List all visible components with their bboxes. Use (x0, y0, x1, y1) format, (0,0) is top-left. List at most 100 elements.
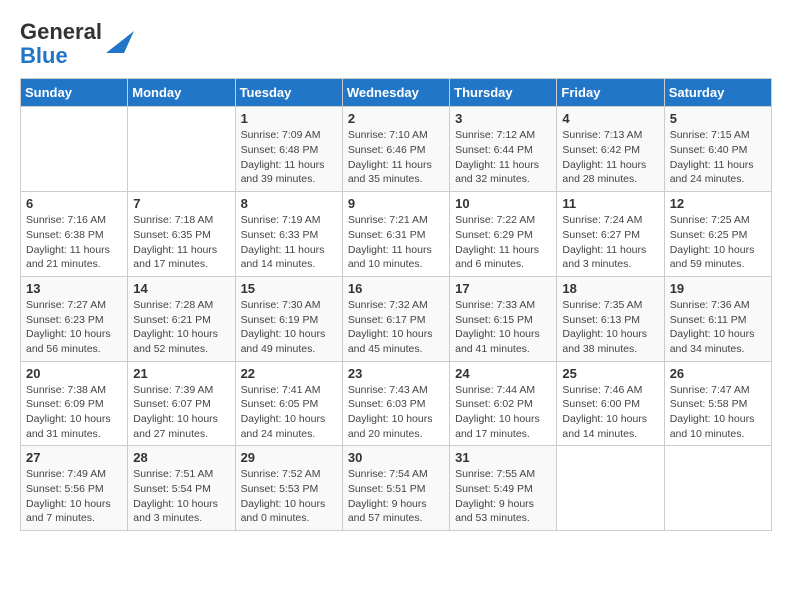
day-info: Sunrise: 7:47 AM Sunset: 5:58 PM Dayligh… (670, 383, 766, 442)
week-row-3: 20Sunrise: 7:38 AM Sunset: 6:09 PM Dayli… (21, 361, 772, 446)
day-info: Sunrise: 7:43 AM Sunset: 6:03 PM Dayligh… (348, 383, 444, 442)
day-info: Sunrise: 7:24 AM Sunset: 6:27 PM Dayligh… (562, 213, 658, 272)
day-info: Sunrise: 7:39 AM Sunset: 6:07 PM Dayligh… (133, 383, 229, 442)
calendar-cell: 16Sunrise: 7:32 AM Sunset: 6:17 PM Dayli… (342, 276, 449, 361)
day-number: 14 (133, 281, 229, 296)
day-number: 8 (241, 196, 337, 211)
week-row-4: 27 Sunrise: 7:49 AM Sunset: 5:56 PM Dayli… (21, 446, 772, 531)
day-info: Sunrise: 7:22 AM Sunset: 6:29 PM Dayligh… (455, 213, 551, 272)
calendar-cell: 9Sunrise: 7:21 AM Sunset: 6:31 PM Daylig… (342, 192, 449, 277)
day-info: Sunrise: 7:51 AM Sunset: 5:54 PM Dayligh… (133, 467, 229, 526)
calendar-cell: 13 Sunrise: 7:27 AM Sunset: 6:23 PM Dayli… (21, 276, 128, 361)
calendar-cell: 21 Sunrise: 7:39 AM Sunset: 6:07 PM Dayli… (128, 361, 235, 446)
day-info: Sunrise: 7:30 AM Sunset: 6:19 PM Dayligh… (241, 298, 337, 357)
day-number: 24 (455, 366, 551, 381)
day-number: 22 (241, 366, 337, 381)
day-number: 27 (26, 450, 122, 465)
header-tuesday: Tuesday (235, 79, 342, 107)
calendar-cell: 24 Sunrise: 7:44 AM Sunset: 6:02 PM Dayli… (450, 361, 557, 446)
page-header: General Blue (20, 20, 772, 68)
logo-arrow-icon (106, 21, 134, 53)
day-info: Sunrise: 7:54 AM Sunset: 5:51 PM Dayligh… (348, 467, 444, 526)
calendar-cell: 1 Sunrise: 7:09 AM Sunset: 6:48 PM Daylig… (235, 107, 342, 192)
calendar-cell: 20Sunrise: 7:38 AM Sunset: 6:09 PM Dayli… (21, 361, 128, 446)
day-number: 5 (670, 111, 766, 126)
calendar-body: 1 Sunrise: 7:09 AM Sunset: 6:48 PM Daylig… (21, 107, 772, 531)
calendar-table: SundayMondayTuesdayWednesdayThursdayFrid… (20, 78, 772, 531)
day-info: Sunrise: 7:35 AM Sunset: 6:13 PM Dayligh… (562, 298, 658, 357)
day-info: Sunrise: 7:44 AM Sunset: 6:02 PM Dayligh… (455, 383, 551, 442)
calendar-cell: 2Sunrise: 7:10 AM Sunset: 6:46 PM Daylig… (342, 107, 449, 192)
day-info: Sunrise: 7:09 AM Sunset: 6:48 PM Dayligh… (241, 128, 337, 187)
day-info: Sunrise: 7:19 AM Sunset: 6:33 PM Dayligh… (241, 213, 337, 272)
day-number: 12 (670, 196, 766, 211)
calendar-cell: 23Sunrise: 7:43 AM Sunset: 6:03 PM Dayli… (342, 361, 449, 446)
calendar-cell: 26 Sunrise: 7:47 AM Sunset: 5:58 PM Dayli… (664, 361, 771, 446)
day-number: 7 (133, 196, 229, 211)
day-number: 3 (455, 111, 551, 126)
day-number: 18 (562, 281, 658, 296)
day-number: 9 (348, 196, 444, 211)
calendar-cell: 12 Sunrise: 7:25 AM Sunset: 6:25 PM Dayli… (664, 192, 771, 277)
day-info: Sunrise: 7:36 AM Sunset: 6:11 PM Dayligh… (670, 298, 766, 357)
calendar-cell: 5Sunrise: 7:15 AM Sunset: 6:40 PM Daylig… (664, 107, 771, 192)
calendar-cell: 3Sunrise: 7:12 AM Sunset: 6:44 PM Daylig… (450, 107, 557, 192)
calendar-header: SundayMondayTuesdayWednesdayThursdayFrid… (21, 79, 772, 107)
logo-general: General (20, 19, 102, 44)
day-number: 20 (26, 366, 122, 381)
day-info: Sunrise: 7:13 AM Sunset: 6:42 PM Dayligh… (562, 128, 658, 187)
calendar-cell (664, 446, 771, 531)
calendar-cell: 7 Sunrise: 7:18 AM Sunset: 6:35 PM Daylig… (128, 192, 235, 277)
header-sunday: Sunday (21, 79, 128, 107)
day-number: 6 (26, 196, 122, 211)
day-number: 29 (241, 450, 337, 465)
calendar-cell: 6 Sunrise: 7:16 AM Sunset: 6:38 PM Daylig… (21, 192, 128, 277)
calendar-cell: 14 Sunrise: 7:28 AM Sunset: 6:21 PM Dayli… (128, 276, 235, 361)
day-number: 19 (670, 281, 766, 296)
calendar-cell: 22 Sunrise: 7:41 AM Sunset: 6:05 PM Dayli… (235, 361, 342, 446)
calendar-cell: 8 Sunrise: 7:19 AM Sunset: 6:33 PM Daylig… (235, 192, 342, 277)
calendar-cell (21, 107, 128, 192)
calendar-cell: 28 Sunrise: 7:51 AM Sunset: 5:54 PM Dayli… (128, 446, 235, 531)
day-number: 13 (26, 281, 122, 296)
day-number: 31 (455, 450, 551, 465)
day-number: 26 (670, 366, 766, 381)
week-row-2: 13 Sunrise: 7:27 AM Sunset: 6:23 PM Dayli… (21, 276, 772, 361)
calendar-cell: 10Sunrise: 7:22 AM Sunset: 6:29 PM Dayli… (450, 192, 557, 277)
day-number: 21 (133, 366, 229, 381)
day-info: Sunrise: 7:25 AM Sunset: 6:25 PM Dayligh… (670, 213, 766, 272)
day-number: 25 (562, 366, 658, 381)
calendar-cell: 18 Sunrise: 7:35 AM Sunset: 6:13 PM Dayli… (557, 276, 664, 361)
day-info: Sunrise: 7:27 AM Sunset: 6:23 PM Dayligh… (26, 298, 122, 357)
calendar-cell: 27 Sunrise: 7:49 AM Sunset: 5:56 PM Dayli… (21, 446, 128, 531)
day-number: 17 (455, 281, 551, 296)
day-info: Sunrise: 7:52 AM Sunset: 5:53 PM Dayligh… (241, 467, 337, 526)
week-row-1: 6 Sunrise: 7:16 AM Sunset: 6:38 PM Daylig… (21, 192, 772, 277)
week-row-0: 1 Sunrise: 7:09 AM Sunset: 6:48 PM Daylig… (21, 107, 772, 192)
calendar-cell (557, 446, 664, 531)
day-number: 15 (241, 281, 337, 296)
day-info: Sunrise: 7:28 AM Sunset: 6:21 PM Dayligh… (133, 298, 229, 357)
day-info: Sunrise: 7:18 AM Sunset: 6:35 PM Dayligh… (133, 213, 229, 272)
calendar-cell (128, 107, 235, 192)
header-friday: Friday (557, 79, 664, 107)
calendar-cell: 30Sunrise: 7:54 AM Sunset: 5:51 PM Dayli… (342, 446, 449, 531)
day-number: 28 (133, 450, 229, 465)
calendar-cell: 29 Sunrise: 7:52 AM Sunset: 5:53 PM Dayli… (235, 446, 342, 531)
calendar-cell: 31 Sunrise: 7:55 AM Sunset: 5:49 PM Dayli… (450, 446, 557, 531)
day-info: Sunrise: 7:49 AM Sunset: 5:56 PM Dayligh… (26, 467, 122, 526)
day-info: Sunrise: 7:16 AM Sunset: 6:38 PM Dayligh… (26, 213, 122, 272)
calendar-cell: 19 Sunrise: 7:36 AM Sunset: 6:11 PM Dayli… (664, 276, 771, 361)
day-number: 4 (562, 111, 658, 126)
day-number: 2 (348, 111, 444, 126)
header-wednesday: Wednesday (342, 79, 449, 107)
day-number: 11 (562, 196, 658, 211)
day-info: Sunrise: 7:55 AM Sunset: 5:49 PM Dayligh… (455, 467, 551, 526)
calendar-cell: 25 Sunrise: 7:46 AM Sunset: 6:00 PM Dayli… (557, 361, 664, 446)
day-info: Sunrise: 7:33 AM Sunset: 6:15 PM Dayligh… (455, 298, 551, 357)
day-number: 1 (241, 111, 337, 126)
calendar-cell: 4 Sunrise: 7:13 AM Sunset: 6:42 PM Daylig… (557, 107, 664, 192)
day-info: Sunrise: 7:41 AM Sunset: 6:05 PM Dayligh… (241, 383, 337, 442)
header-monday: Monday (128, 79, 235, 107)
day-info: Sunrise: 7:46 AM Sunset: 6:00 PM Dayligh… (562, 383, 658, 442)
